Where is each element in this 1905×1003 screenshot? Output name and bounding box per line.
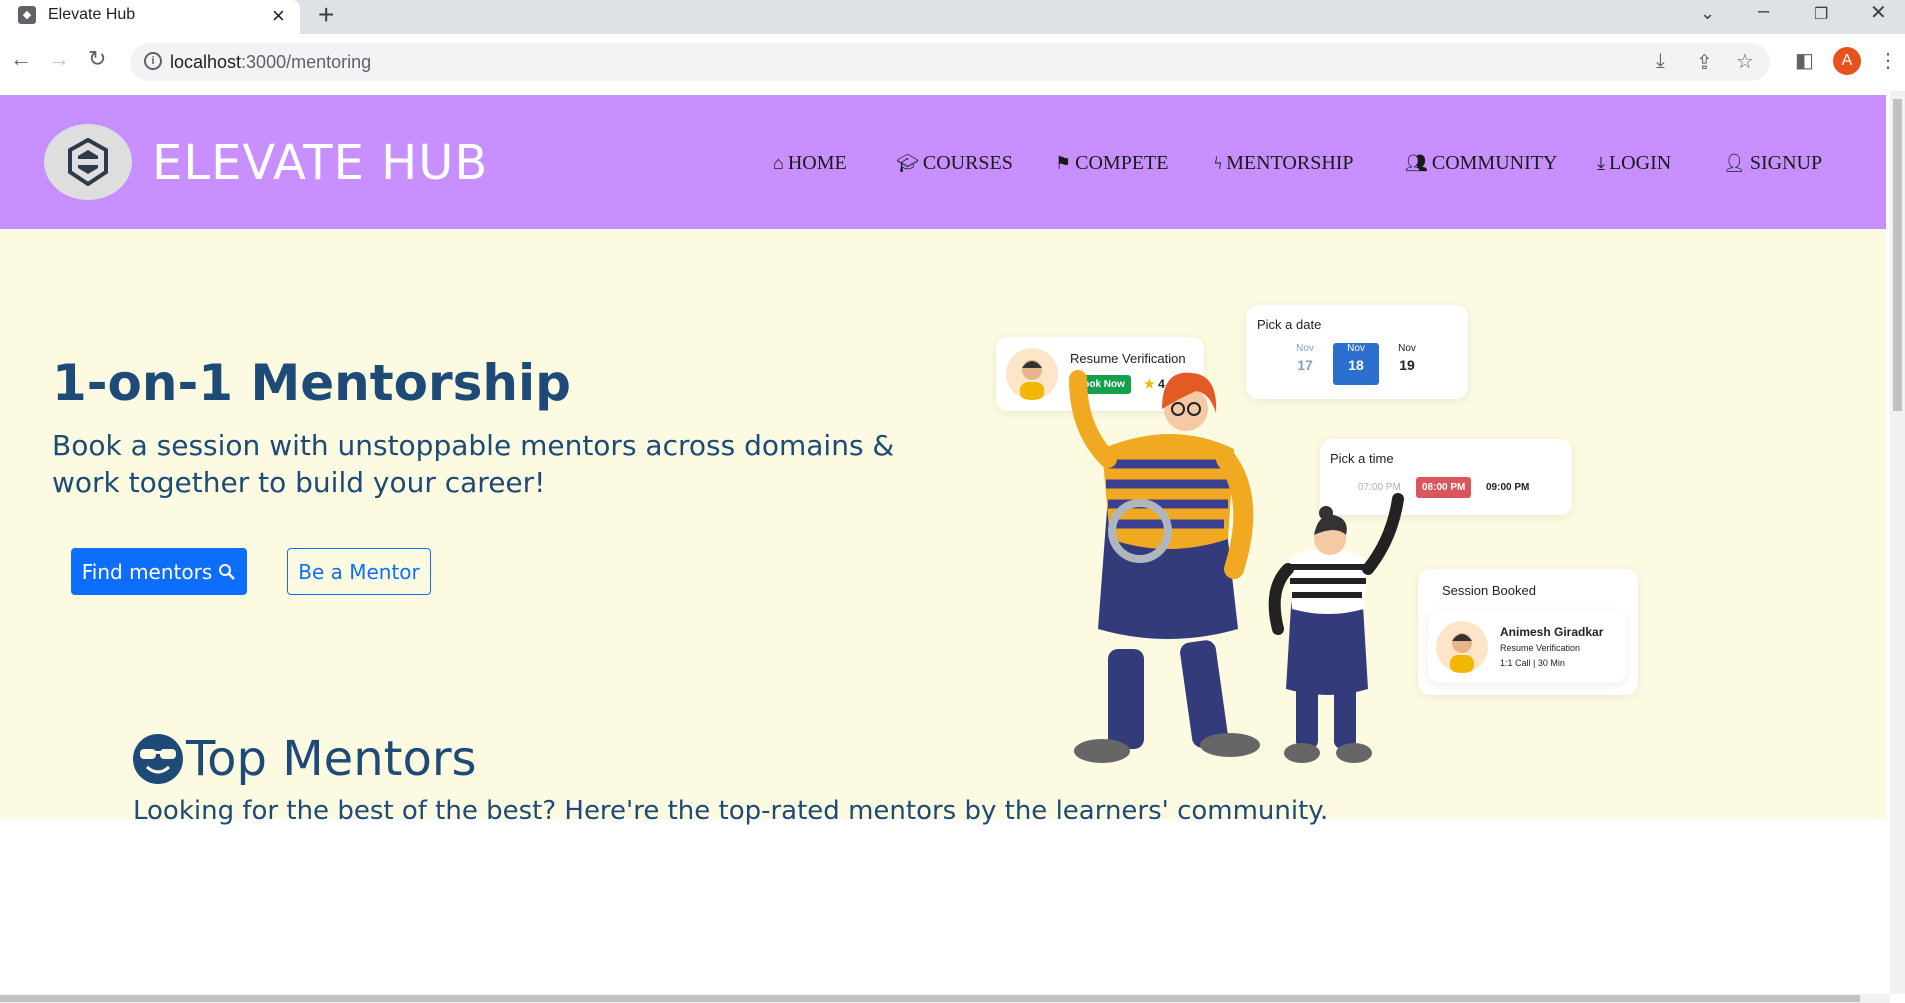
nav-login[interactable]: ⤓ LOGIN [1597, 152, 1671, 175]
nav-community[interactable]: 👥︎ COMMUNITY [1405, 152, 1557, 175]
browser-tab[interactable]: ◆ Elevate Hub × [0, 0, 300, 34]
top-mentors-heading: Top Mentors [132, 731, 477, 787]
horizontal-scroll-thumb[interactable] [0, 995, 1860, 1002]
logo-mark-icon [68, 138, 108, 186]
be-a-mentor-button[interactable]: Be a Mentor [287, 548, 431, 595]
site-info-icon[interactable]: i [144, 52, 162, 70]
tab-close-icon[interactable]: × [272, 3, 285, 29]
nav-home[interactable]: ⌂ HOME [773, 152, 847, 175]
new-tab-icon[interactable]: + [318, 0, 334, 31]
download-icon: ⤓ [1597, 153, 1605, 173]
top-mentors-subtitle: Looking for the best of the best? Here'r… [133, 796, 1329, 826]
forward-arrow-icon[interactable]: → [48, 46, 70, 72]
window-close-icon[interactable]: ✕ [1870, 0, 1887, 25]
restore-icon[interactable]: ❐ [1814, 4, 1828, 24]
vertical-scroll-thumb[interactable] [1893, 99, 1902, 411]
top-mentors-title: Top Mentors [186, 731, 477, 787]
horizontal-scrollbar[interactable] [0, 994, 1890, 1003]
bolt-icon: ϟ [1214, 153, 1223, 173]
share-icon[interactable]: ⇪ [1696, 50, 1713, 75]
find-mentors-button[interactable]: Find mentors [71, 548, 247, 595]
reload-icon[interactable]: ↻ [88, 46, 106, 72]
side-panel-icon[interactable]: ◧ [1795, 48, 1814, 73]
brand-name[interactable]: ELEVATE HUB [152, 135, 488, 191]
user-plus-icon: 👤︎ [1723, 153, 1746, 173]
minimize-icon[interactable]: – [1758, 0, 1769, 23]
hero-title: 1-on-1 Mentorship [52, 354, 571, 412]
profile-avatar[interactable]: A [1833, 47, 1861, 75]
menu-kebab-icon[interactable]: ⋮ [1878, 48, 1898, 73]
back-arrow-icon[interactable]: ← [10, 46, 32, 72]
search-icon [219, 563, 236, 580]
browser-tab-strip: ◆ Elevate Hub × + ⌄ – ❐ ✕ [0, 0, 1905, 34]
address-bar[interactable]: i localhost:3000/mentoring ⤓ ⇪ ☆ [130, 43, 1770, 81]
tab-title: Elevate Hub [48, 6, 136, 23]
users-icon: 👥︎ [1405, 153, 1428, 173]
site-logo[interactable] [44, 124, 132, 200]
tab-search-chevron-icon[interactable]: ⌄ [1700, 3, 1715, 24]
url-text[interactable]: localhost:3000/mentoring [170, 52, 371, 73]
nav-mentorship[interactable]: ϟ MENTORSHIP [1214, 152, 1354, 175]
nav-compete[interactable]: ⚑ COMPETE [1055, 152, 1168, 175]
mentorship-illustration: Resume Verification Book Now ★ 4.9 Pick … [990, 299, 1650, 789]
home-icon: ⌂ [773, 153, 784, 173]
people-figures-graphic [1069, 370, 1404, 763]
site-header: ELEVATE HUB ⌂ HOME 🎓︎ COURSES ⚑ COMPETE ϟ ME… [0, 95, 1886, 229]
nav-courses[interactable]: 🎓︎ COURSES [896, 152, 1013, 175]
sunglasses-smiley-icon [133, 734, 183, 784]
browser-toolbar: ← → ↻ i localhost:3000/mentoring ⤓ ⇪ ☆ ◧… [0, 34, 1905, 90]
hero-subtitle: Book a session with unstoppable mentors … [52, 429, 895, 499]
flag-icon: ⚑ [1055, 153, 1072, 173]
page-viewport: ELEVATE HUB ⌂ HOME 🎓︎ COURSES ⚑ COMPETE ϟ ME… [0, 91, 1890, 994]
vertical-scrollbar[interactable] [1890, 91, 1905, 994]
site-favicon-icon: ◆ [18, 6, 36, 24]
bookmark-star-icon[interactable]: ☆ [1736, 49, 1754, 74]
install-app-icon[interactable]: ⤓ [1656, 50, 1665, 73]
graduation-cap-icon: 🎓︎ [896, 153, 919, 173]
nav-signup[interactable]: 👤︎ SIGNUP [1723, 152, 1822, 175]
